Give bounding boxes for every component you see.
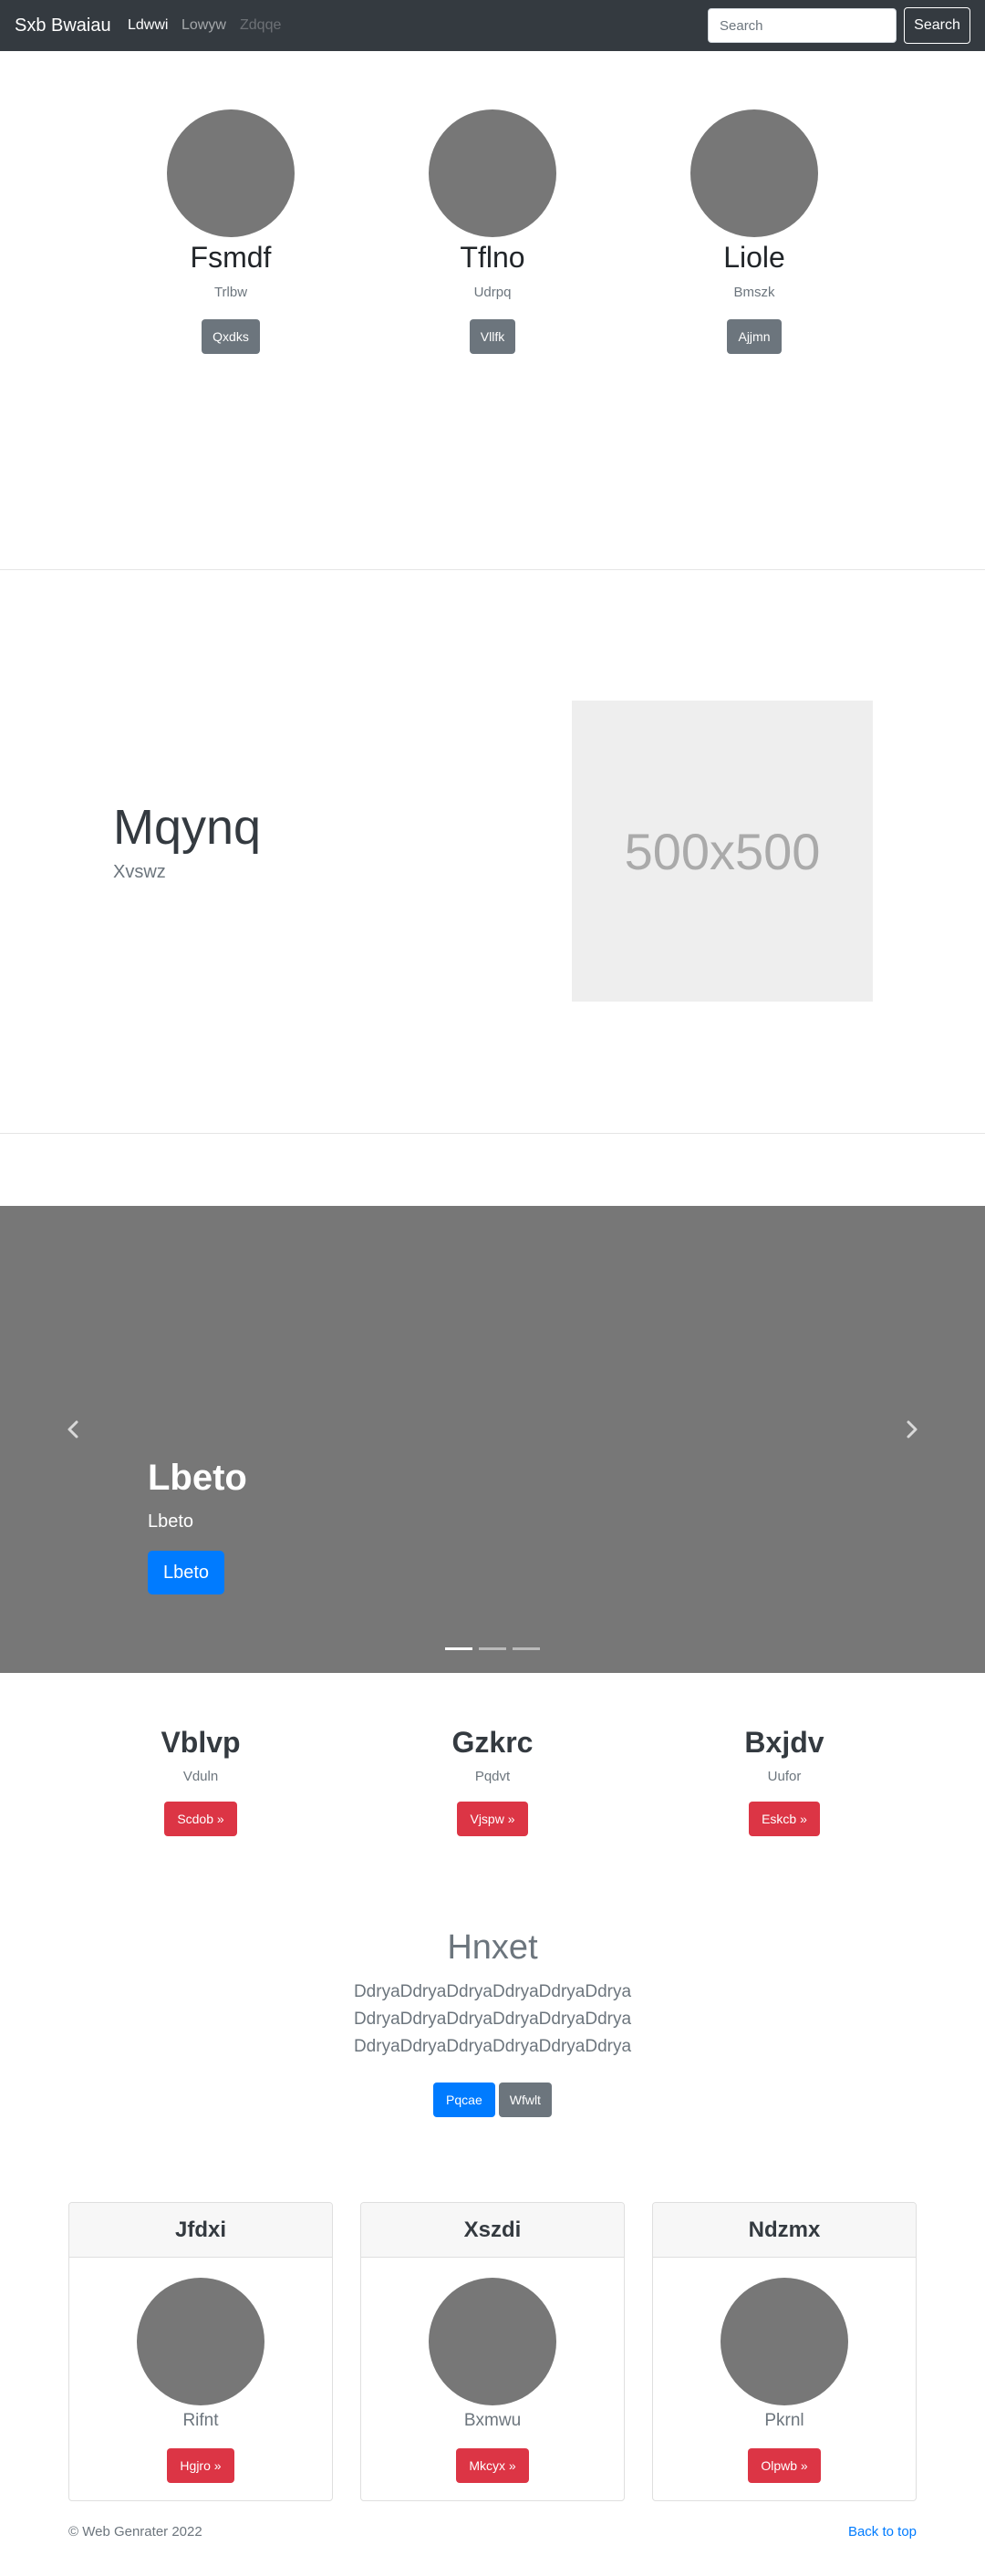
card: Ndzmx Pkrnl Olpwb » — [652, 2202, 917, 2501]
card-button[interactable]: Mkcyx » — [456, 2448, 529, 2483]
back-to-top-link[interactable]: Back to top — [848, 2523, 917, 2541]
team-member-button[interactable]: Ajjmn — [727, 319, 782, 354]
hero-block: Hnxet DdryaDdryaDdryaDdryaDdryaDdrya Ddr… — [0, 1927, 985, 2117]
card: Jfdxi Rifnt Hgjro » — [68, 2202, 333, 2501]
marketing-title: Bxjdv — [744, 1726, 824, 1759]
card-image-placeholder — [429, 2278, 556, 2405]
carousel-indicator[interactable] — [479, 1647, 506, 1650]
team-member-button[interactable]: Vllfk — [469, 319, 516, 354]
avatar-placeholder — [167, 109, 295, 237]
hero-text-line: DdryaDdryaDdryaDdryaDdryaDdrya — [353, 1982, 632, 2001]
team-member-button[interactable]: Qxdks — [202, 319, 260, 354]
hero-text-line: DdryaDdryaDdryaDdryaDdryaDdrya — [353, 2037, 632, 2056]
marketing-column: Gzkrc Pqdvt Vjspw » — [356, 1724, 629, 1836]
footer-copyright: © Web Genrater 2022 — [68, 2524, 202, 2540]
feature-section: Mqynq Xvswz 500x500 — [0, 570, 985, 1133]
navbar: Sxb Bwaiau Ldwwi Lowyw Zdqqe Search — [0, 0, 985, 51]
marketing-column: Vblvp Vduln Scdob » — [64, 1724, 337, 1836]
team-member-name: Fsmdf — [190, 241, 272, 274]
carousel-heading: Lbeto — [148, 1458, 247, 1498]
card-subtitle: Rifnt — [182, 2411, 219, 2430]
team-member: Fsmdf Trlbw Qxdks — [94, 51, 368, 354]
marketing-title: Vblvp — [161, 1726, 241, 1759]
card-header: Jfdxi — [69, 2203, 332, 2258]
card-header: Xszdi — [361, 2203, 624, 2258]
marketing-button[interactable]: Scdob » — [164, 1802, 237, 1836]
section-divider — [0, 1133, 985, 1134]
feature-heading: Mqynq — [113, 800, 262, 855]
team-member: Tflno Udrpq Vllfk — [356, 51, 629, 354]
footer: © Web Genrater 2022 Back to top — [0, 2512, 985, 2576]
marketing-button[interactable]: Vjspw » — [457, 1802, 528, 1836]
card-header: Ndzmx — [653, 2203, 916, 2258]
team-member-subtitle: Trlbw — [213, 285, 248, 300]
team-member-name: Tflno — [460, 241, 525, 274]
team-member: Liole Bmszk Ajjmn — [617, 51, 891, 354]
navbar-brand[interactable]: Sxb Bwaiau — [15, 0, 111, 51]
card-subtitle: Pkrnl — [764, 2411, 804, 2430]
nav-link-ldwwi[interactable]: Ldwwi — [128, 0, 168, 51]
carousel-indicator[interactable] — [513, 1647, 540, 1650]
marketing-subtitle: Uufor — [767, 1769, 802, 1784]
marketing-button[interactable]: Eskcb » — [749, 1802, 820, 1836]
carousel-subtitle: Lbeto — [148, 1511, 194, 1532]
carousel-prev-icon[interactable] — [60, 1416, 88, 1443]
carousel-indicator-active[interactable] — [445, 1647, 472, 1650]
carousel-next-icon[interactable] — [897, 1416, 925, 1443]
card-button[interactable]: Olpwb » — [748, 2448, 821, 2483]
carousel: Lbeto Lbeto Lbeto — [0, 1206, 985, 1673]
hero-text-line: DdryaDdryaDdryaDdryaDdryaDdrya — [353, 2010, 632, 2029]
marketing-column: Bxjdv Uufor Eskcb » — [648, 1724, 921, 1836]
search-input[interactable] — [708, 8, 897, 43]
avatar-placeholder — [429, 109, 556, 237]
card-button[interactable]: Hgjro » — [167, 2448, 234, 2483]
avatar-placeholder — [690, 109, 818, 237]
feature-subtitle: Xvswz — [113, 862, 166, 882]
team-member-subtitle: Bmszk — [733, 285, 775, 300]
hero-title: Hnxet — [447, 1928, 538, 1967]
hero-primary-button[interactable]: Pqcae — [433, 2083, 495, 2117]
marketing-section: Vblvp Vduln Scdob » Gzkrc Pqdvt Vjspw » … — [0, 1673, 985, 2202]
team-section: Fsmdf Trlbw Qxdks Tflno Udrpq Vllfk Liol… — [0, 51, 985, 569]
card: Xszdi Bxmwu Mkcyx » — [360, 2202, 625, 2501]
card-image-placeholder — [721, 2278, 848, 2405]
marketing-subtitle: Pqdvt — [474, 1769, 511, 1784]
team-member-name: Liole — [723, 241, 785, 274]
card-subtitle: Bxmwu — [463, 2411, 522, 2430]
nav-link-lowyw[interactable]: Lowyw — [181, 0, 226, 51]
nav-link-zdqqe[interactable]: Zdqqe — [240, 0, 281, 51]
hero-secondary-button[interactable]: Wfwlt — [498, 2083, 552, 2117]
card-image-placeholder — [137, 2278, 264, 2405]
team-member-subtitle: Udrpq — [473, 285, 512, 300]
carousel-button[interactable]: Lbeto — [148, 1551, 224, 1594]
marketing-subtitle: Vduln — [182, 1769, 219, 1784]
marketing-title: Gzkrc — [451, 1726, 534, 1759]
search-button[interactable]: Search — [904, 7, 970, 44]
cards-section: Jfdxi Rifnt Hgjro » Xszdi Bxmwu Mkcyx » … — [0, 2202, 985, 2512]
hero-buttons: Pqcae Wfwlt — [0, 2083, 985, 2117]
hero-text: DdryaDdryaDdryaDdryaDdryaDdrya DdryaDdry… — [0, 1979, 985, 2061]
image-placeholder: 500x500 — [572, 701, 873, 1002]
